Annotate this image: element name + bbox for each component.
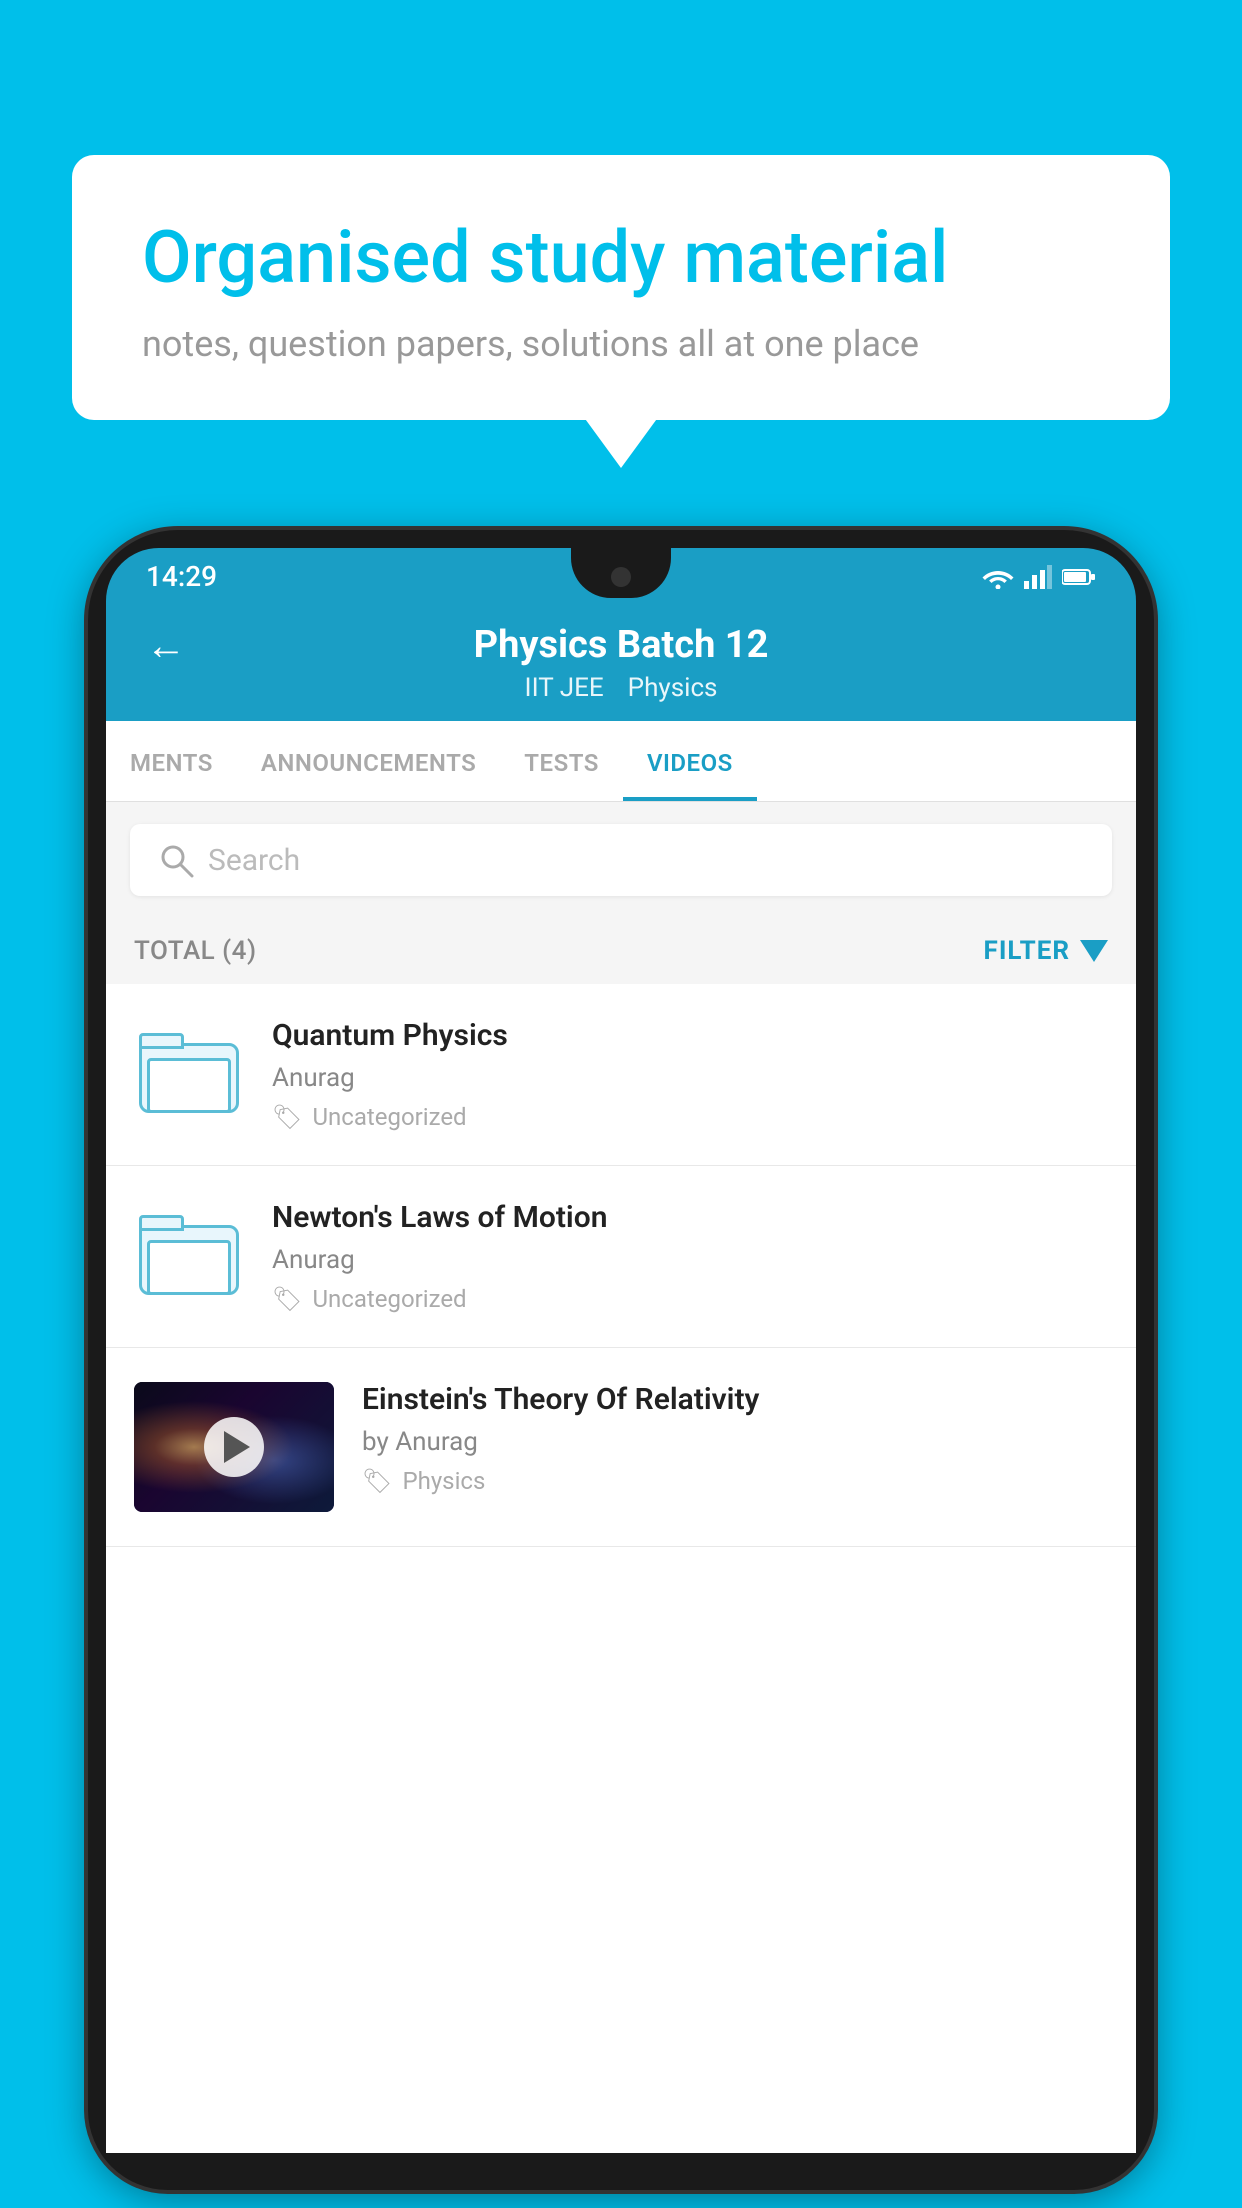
- phone-notch: [571, 548, 671, 598]
- tab-bar: MENTS ANNOUNCEMENTS TESTS VIDEOS: [106, 721, 1136, 802]
- filter-triangle-icon: [1080, 940, 1108, 962]
- status-icons: [982, 565, 1096, 589]
- video-tag-row-1: 🏷 Uncategorized: [272, 1103, 1108, 1131]
- search-bar-container: Search: [106, 802, 1136, 918]
- video-info-2: Newton's Laws of Motion Anurag 🏷 Uncateg…: [272, 1200, 1108, 1313]
- search-placeholder: Search: [208, 843, 300, 878]
- play-button-overlay: [204, 1417, 264, 1477]
- speech-bubble-subtitle: notes, question papers, solutions all at…: [142, 323, 1100, 365]
- phone-frame: 14:29: [88, 530, 1154, 2190]
- header-tag-iitjee: IIT JEE: [525, 673, 604, 703]
- video-author-2: Anurag: [272, 1245, 1108, 1275]
- video-tag-1: Uncategorized: [312, 1103, 466, 1131]
- list-item[interactable]: Einstein's Theory Of Relativity by Anura…: [106, 1348, 1136, 1547]
- video-title-3: Einstein's Theory Of Relativity: [362, 1382, 1108, 1417]
- tab-ments[interactable]: MENTS: [106, 721, 237, 801]
- filter-button[interactable]: FILTER: [984, 936, 1108, 966]
- video-tag-3: Physics: [402, 1467, 485, 1495]
- video-info-3: Einstein's Theory Of Relativity by Anura…: [362, 1382, 1108, 1495]
- video-tag-row-3: 🏷 Physics: [362, 1467, 1108, 1495]
- video-info-1: Quantum Physics Anurag 🏷 Uncategorized: [272, 1018, 1108, 1131]
- tab-tests[interactable]: TESTS: [500, 721, 623, 801]
- phone-container: 14:29: [88, 530, 1154, 2208]
- signal-icon: [1024, 565, 1052, 589]
- search-icon: [158, 842, 194, 878]
- header-subtitle: IIT JEE Physics: [525, 673, 718, 703]
- video-thumb-3: [134, 1382, 334, 1512]
- speech-bubble-wrapper: Organised study material notes, question…: [72, 155, 1170, 420]
- camera-dot: [611, 567, 631, 587]
- tab-videos[interactable]: VIDEOS: [623, 721, 757, 801]
- total-count: TOTAL (4): [134, 936, 257, 966]
- video-tag-2: Uncategorized: [312, 1285, 466, 1313]
- header-title: Physics Batch 12: [474, 623, 769, 667]
- video-title-2: Newton's Laws of Motion: [272, 1200, 1108, 1235]
- video-author-3: by Anurag: [362, 1427, 1108, 1457]
- phone-screen: ← Physics Batch 12 IIT JEE Physics MENTS…: [106, 601, 1136, 2153]
- search-bar[interactable]: Search: [130, 824, 1112, 896]
- filter-bar: TOTAL (4) FILTER: [106, 918, 1136, 984]
- tag-icon-3: 🏷: [362, 1467, 392, 1495]
- folder-thumb-2: [134, 1200, 244, 1310]
- tab-announcements[interactable]: ANNOUNCEMENTS: [237, 721, 500, 801]
- header-tag-physics: Physics: [628, 673, 718, 703]
- folder-thumb-1: [134, 1018, 244, 1128]
- speech-bubble: Organised study material notes, question…: [72, 155, 1170, 420]
- wifi-icon: [982, 565, 1014, 589]
- app-header: ← Physics Batch 12 IIT JEE Physics: [106, 601, 1136, 721]
- header-top-row: ← Physics Batch 12: [146, 623, 1096, 667]
- tag-icon-1: 🏷: [272, 1103, 302, 1131]
- back-button[interactable]: ←: [146, 622, 186, 669]
- video-tag-row-2: 🏷 Uncategorized: [272, 1285, 1108, 1313]
- status-bar: 14:29: [106, 548, 1136, 601]
- battery-icon: [1062, 567, 1096, 587]
- video-title-1: Quantum Physics: [272, 1018, 1108, 1053]
- play-triangle-icon: [224, 1431, 250, 1463]
- status-time: 14:29: [146, 560, 217, 593]
- tag-icon-2: 🏷: [272, 1285, 302, 1313]
- speech-bubble-title: Organised study material: [142, 215, 1100, 301]
- list-item[interactable]: Quantum Physics Anurag 🏷 Uncategorized: [106, 984, 1136, 1166]
- folder-icon: [139, 1033, 239, 1113]
- folder-icon: [139, 1215, 239, 1295]
- video-list: Quantum Physics Anurag 🏷 Uncategorized: [106, 984, 1136, 1547]
- video-author-1: Anurag: [272, 1063, 1108, 1093]
- list-item[interactable]: Newton's Laws of Motion Anurag 🏷 Uncateg…: [106, 1166, 1136, 1348]
